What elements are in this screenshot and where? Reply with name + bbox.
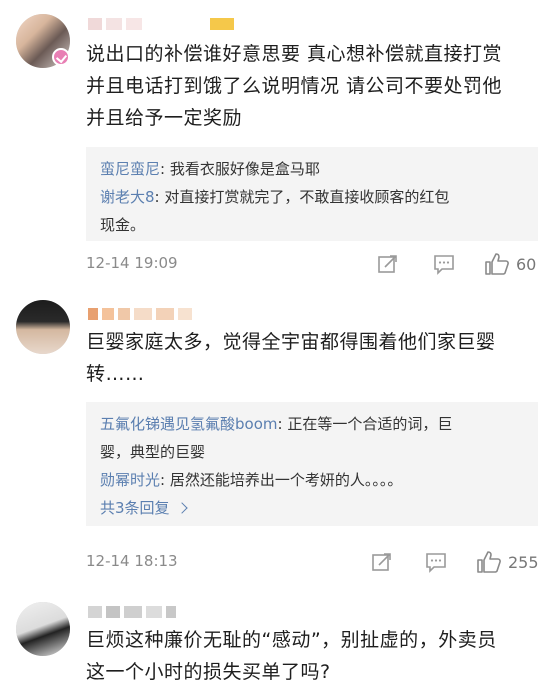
comment-meta: 12-14 19:09 60 [86, 252, 538, 276]
reply-item: 勋幂时光: 居然还能培养出一个考妍的人。。。。 [100, 466, 524, 494]
comment-icon[interactable] [424, 550, 448, 574]
comment-text: 巨烦这种廉价无耻的“感动”，别扯虚的，外卖员 这一个小时的损失买单了吗? [86, 624, 538, 688]
timestamp: 12-14 18:13 [86, 552, 178, 570]
comment-line: 巨烦这种廉价无耻的“感动”，别扯虚的，外卖员 [86, 629, 497, 651]
reply-item: 蛮尼蛮尼: 我看衣服好像是盒马耶 [100, 155, 524, 183]
comment-icon[interactable] [432, 252, 456, 276]
reply-text: 对直接打赏就完了，不敢直接收顾客的红包 [164, 188, 450, 206]
username-redacted[interactable] [88, 308, 192, 322]
comment-text: 巨婴家庭太多，觉得全宇宙都得围着他们家巨婴 转…… [86, 326, 538, 390]
comment-line: 说出口的补偿谁好意思要 真心想补偿就直接打赏 [86, 43, 503, 65]
comment-line: 转…… [86, 363, 145, 385]
comment-line: 并且给予一定奖励 [86, 107, 243, 129]
reply-text: 我看衣服好像是盒马耶 [169, 160, 320, 178]
avatar[interactable] [16, 602, 70, 656]
reply-username[interactable]: 蛮尼蛮尼 [100, 160, 160, 178]
comment-meta: 12-14 18:13 255 [86, 550, 539, 574]
like-icon [484, 252, 510, 276]
reply-username[interactable]: 勋幂时光 [100, 471, 160, 489]
comment-line: 巨婴家庭太多，觉得全宇宙都得围着他们家巨婴 [86, 331, 496, 353]
like-count: 255 [508, 552, 539, 572]
share-icon[interactable] [370, 550, 394, 574]
reply-separator: : [160, 471, 170, 489]
reply-separator: : [277, 415, 288, 433]
reply-text: 居然还能培养出一个考妍的人。。。。 [169, 471, 403, 489]
reply-item: 五氟化锑遇见氢氟酸boom: 正在等一个合适的词，巨 [100, 410, 524, 438]
reply-username[interactable]: 五氟化锑遇见氢氟酸boom [100, 415, 278, 433]
reply-text: 正在等一个合适的词，巨 [287, 415, 453, 433]
chevron-right-icon [175, 502, 188, 514]
verified-badge-icon [52, 48, 70, 66]
like-icon [476, 550, 502, 574]
view-more-label: 共3条回复 [100, 499, 170, 517]
like-count: 60 [516, 254, 537, 274]
reply-separator: : [154, 188, 165, 206]
comment-text: 说出口的补偿谁好意思要 真心想补偿就直接打赏 并且电话打到饿了么说明情况 请公司… [86, 38, 538, 134]
username-redacted[interactable] [88, 606, 176, 620]
avatar[interactable] [16, 300, 70, 354]
timestamp: 12-14 19:09 [86, 254, 178, 272]
share-icon[interactable] [376, 252, 400, 276]
comment-line: 并且电话打到饿了么说明情况 请公司不要处罚他 [86, 75, 503, 97]
like-button[interactable]: 60 [484, 252, 536, 276]
comment-line: 这一个小时的损失买单了吗? [86, 661, 331, 683]
reply-item: 谢老大8: 对直接打赏就完了，不敢直接收顾客的红包 [100, 183, 524, 211]
replies-box[interactable]: 五氟化锑遇见氢氟酸boom: 正在等一个合适的词，巨 婴，典型的巨婴 勋幂时光:… [86, 402, 538, 526]
view-more-replies-link[interactable]: 共3条回复 [100, 494, 524, 522]
replies-box[interactable]: 蛮尼蛮尼: 我看衣服好像是盒马耶 谢老大8: 对直接打赏就完了，不敢直接收顾客的… [86, 147, 538, 241]
reply-text-continued: 婴，典型的巨婴 [100, 443, 206, 461]
username-redacted[interactable] [88, 18, 234, 32]
reply-separator: : [160, 160, 170, 178]
reply-text-continued: 现金。 [100, 216, 146, 234]
reply-username[interactable]: 谢老大8 [100, 188, 155, 206]
like-button[interactable]: 255 [476, 550, 539, 574]
